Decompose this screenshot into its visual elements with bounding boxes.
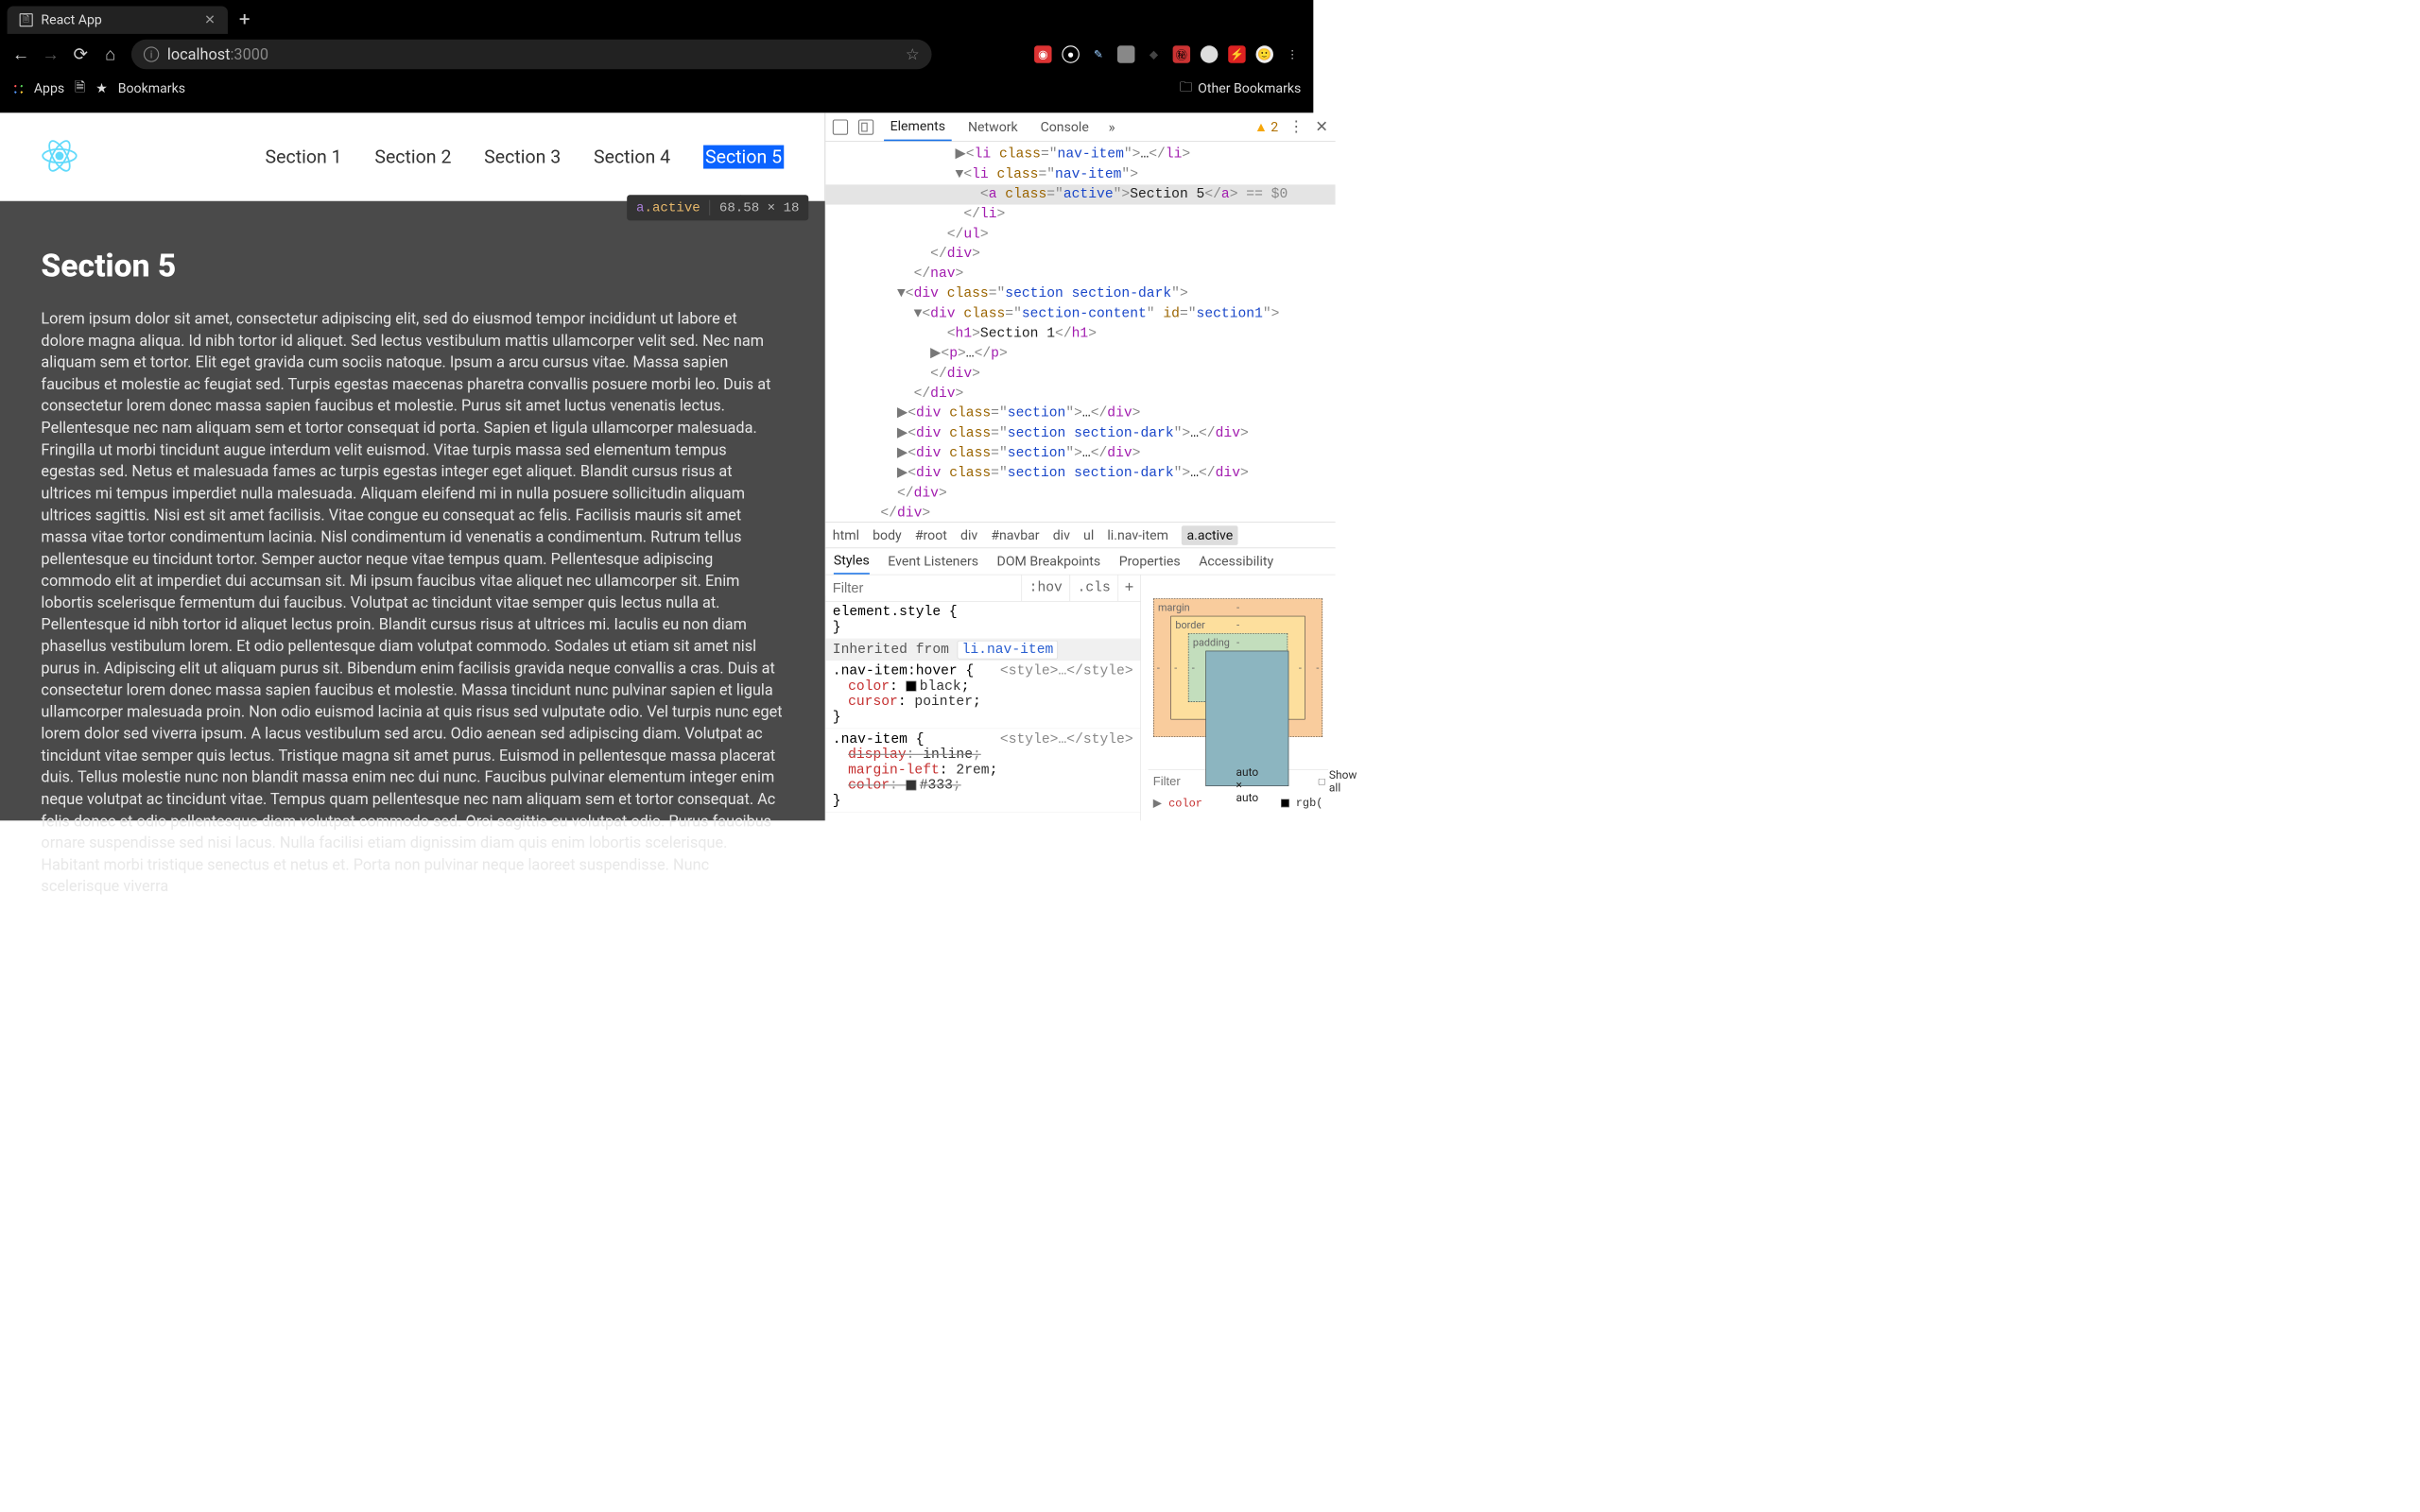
star-icon: ★ — [95, 81, 108, 96]
css-rule[interactable]: <style>…</style> .nav-item { display: in… — [825, 729, 1140, 812]
address-bar: ← → ⟳ ⌂ i localhost:3000 ☆ ◉ ● ✎ ◆ ㊙ ⚡ 🙂… — [0, 34, 1313, 75]
site-info-icon[interactable]: i — [144, 46, 159, 61]
react-logo-icon — [41, 137, 78, 176]
file-icon[interactable]: 🗎 — [75, 77, 85, 100]
browser-tab[interactable]: 🗎 React App ✕ — [8, 7, 228, 34]
styles-filter-input[interactable] — [825, 580, 1021, 596]
other-bookmarks[interactable]: 🗀 Other Bookmarks — [1180, 77, 1302, 100]
browser-chrome: 🗎 React App ✕ + ← → ⟳ ⌂ i localhost:3000… — [0, 0, 1313, 112]
warning-badge[interactable]: 2 — [1254, 119, 1278, 135]
tab-console[interactable]: Console — [1034, 112, 1095, 141]
section-heading: Section 5 — [41, 248, 784, 285]
apps-icon[interactable] — [12, 83, 24, 94]
url: localhost:3000 — [167, 45, 268, 63]
tab-network[interactable]: Network — [961, 112, 1024, 141]
nav-items: Section 1 Section 2 Section 3 Section 4 … — [266, 146, 785, 168]
tab-properties[interactable]: Properties — [1119, 554, 1181, 569]
tab-title: React App — [41, 12, 196, 27]
bookmark-star-icon[interactable]: ☆ — [906, 45, 920, 63]
main-area: Section 1 Section 2 Section 3 Section 4 … — [0, 112, 1313, 820]
nav-item-active[interactable]: Section 5 — [703, 146, 784, 168]
css-rule[interactable]: <style>…</style> .nav-item:hover { color… — [825, 661, 1140, 729]
tab-strip: 🗎 React App ✕ + — [0, 0, 1313, 34]
inspect-tooltip: a.active 68.58 × 18 — [627, 195, 808, 220]
back-button[interactable]: ← — [12, 44, 29, 65]
elements-tree[interactable]: ▶<li class="nav-item">…</li> ▼<li class=… — [825, 142, 1335, 523]
page-content: Section 5 Lorem ipsum dolor sit amet, co… — [0, 112, 825, 898]
nav-item[interactable]: Section 1 — [266, 146, 342, 168]
styles-body: :hov .cls + element.style {} Inherited f… — [825, 575, 1335, 820]
extension-icon[interactable]: ● — [1062, 45, 1079, 62]
nav-item[interactable]: Section 3 — [484, 146, 561, 168]
computed-pane: margin---- border---- padding---- auto ×… — [1140, 575, 1335, 820]
extension-icon[interactable] — [1117, 45, 1134, 62]
tab-accessibility[interactable]: Accessibility — [1199, 554, 1273, 569]
tab-elements[interactable]: Elements — [884, 112, 952, 141]
extension-icon[interactable]: ◆ — [1145, 45, 1162, 62]
forward-button[interactable]: → — [43, 44, 60, 65]
extension-icon[interactable]: ㊙ — [1173, 45, 1190, 62]
close-devtools-icon[interactable]: ✕ — [1315, 118, 1328, 136]
extension-icon[interactable]: ◉ — [1034, 45, 1051, 62]
page-navbar: Section 1 Section 2 Section 3 Section 4 … — [0, 112, 825, 200]
folder-icon: 🗀 — [1180, 77, 1193, 100]
kebab-menu-icon[interactable]: ⋮ — [1284, 45, 1301, 62]
styles-filter-row: :hov .cls + — [825, 575, 1140, 601]
home-button[interactable]: ⌂ — [101, 44, 118, 65]
styles-rules: :hov .cls + element.style {} Inherited f… — [825, 575, 1140, 820]
devtools-panel: Elements Network Console » 2 ⋮ ✕ ▶<li cl… — [825, 112, 1336, 820]
hov-toggle[interactable]: :hov — [1022, 575, 1070, 601]
cls-toggle[interactable]: .cls — [1069, 575, 1117, 601]
bookmarks-bar: Apps 🗎 ★ Bookmarks 🗀 Other Bookmarks — [0, 75, 1313, 102]
more-tabs-icon[interactable]: » — [1108, 118, 1115, 135]
box-model[interactable]: margin---- border---- padding---- auto ×… — [1153, 598, 1322, 737]
tab-dom-breakpoints[interactable]: DOM Breakpoints — [997, 554, 1101, 569]
extension-icon[interactable]: ✎ — [1090, 45, 1107, 62]
section-body: Lorem ipsum dolor sit amet, consectetur … — [41, 308, 784, 898]
show-all-toggle[interactable]: Show all — [1319, 769, 1357, 795]
breadcrumbs[interactable]: html body #root div #navbar div ul li.na… — [825, 522, 1335, 547]
inherited-from: Inherited from li.nav-item — [825, 639, 1140, 661]
rendered-page: Section 1 Section 2 Section 3 Section 4 … — [0, 112, 825, 820]
new-tab-button[interactable]: + — [239, 9, 251, 31]
new-rule-button[interactable]: + — [1117, 575, 1140, 601]
tab-event-listeners[interactable]: Event Listeners — [888, 554, 978, 569]
selected-dom-node[interactable]: <a class="active">Section 5</a> == $0 — [825, 184, 1335, 204]
reload-button[interactable]: ⟳ — [72, 44, 89, 65]
element-style-rule[interactable]: element.style {} — [825, 602, 1140, 640]
avatar-icon[interactable]: 🙂 — [1256, 45, 1273, 62]
tab-styles[interactable]: Styles — [834, 548, 870, 575]
close-tab-icon[interactable]: ✕ — [204, 12, 216, 27]
page-favicon: 🗎 — [20, 13, 33, 26]
device-toolbar-icon[interactable] — [858, 119, 873, 134]
devtools-tabs: Elements Network Console » 2 ⋮ ✕ — [825, 112, 1335, 141]
nav-item[interactable]: Section 4 — [594, 146, 670, 168]
devtools-menu-icon[interactable]: ⋮ — [1288, 118, 1305, 136]
extension-icons: ◉ ● ✎ ◆ ㊙ ⚡ 🙂 ⋮ — [1034, 45, 1301, 62]
extension-icon[interactable]: ⚡ — [1228, 45, 1245, 62]
bookmarks-label[interactable]: Bookmarks — [118, 81, 185, 96]
omnibox[interactable]: i localhost:3000 ☆ — [131, 40, 932, 69]
nav-item[interactable]: Section 2 — [374, 146, 451, 168]
styles-tabs: Styles Event Listeners DOM Breakpoints P… — [825, 548, 1335, 575]
apps-label[interactable]: Apps — [34, 81, 64, 96]
extension-icon[interactable] — [1201, 45, 1218, 62]
inspect-element-icon[interactable] — [833, 119, 848, 134]
